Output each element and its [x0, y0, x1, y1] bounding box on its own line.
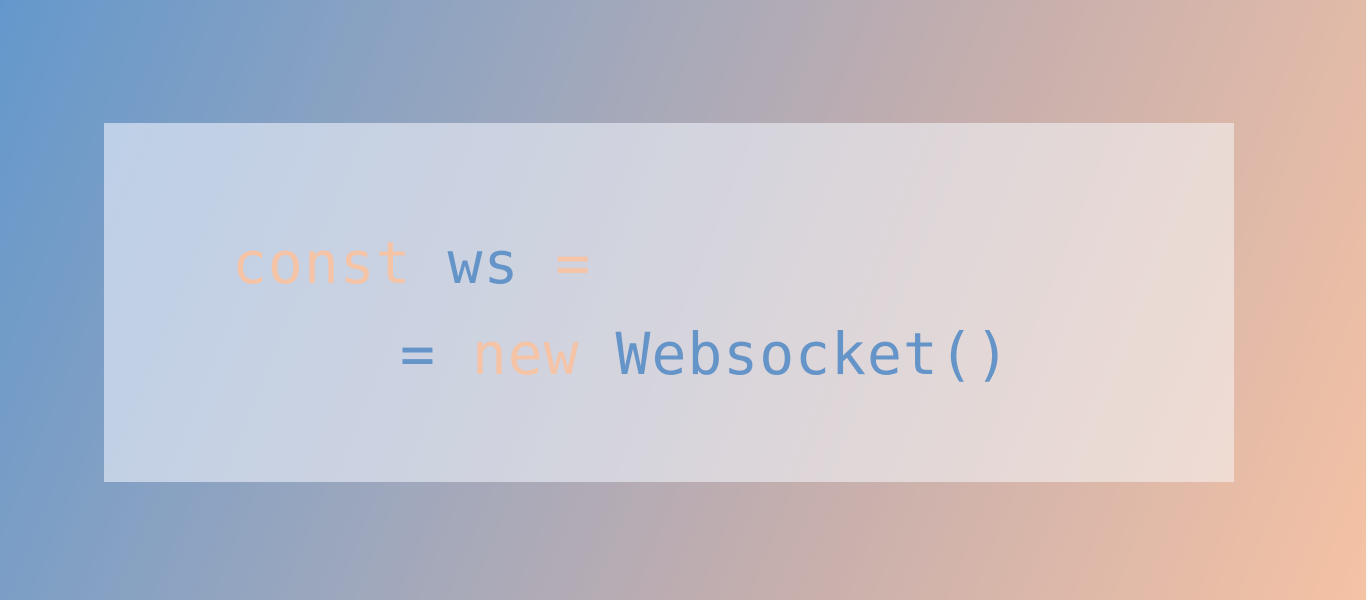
code-line-1: const ws = [232, 234, 591, 292]
new-keyword: new [471, 320, 580, 388]
const-keyword: const [232, 229, 412, 297]
code-line-2: = new Websocket() [400, 325, 1011, 383]
assign-operator-continuation: = [400, 320, 436, 388]
code-card: const ws = = new Websocket() [104, 123, 1234, 482]
websocket-constructor-call: Websocket() [615, 320, 1011, 388]
assign-operator: = [555, 229, 592, 297]
ws-identifier: ws [447, 229, 520, 297]
